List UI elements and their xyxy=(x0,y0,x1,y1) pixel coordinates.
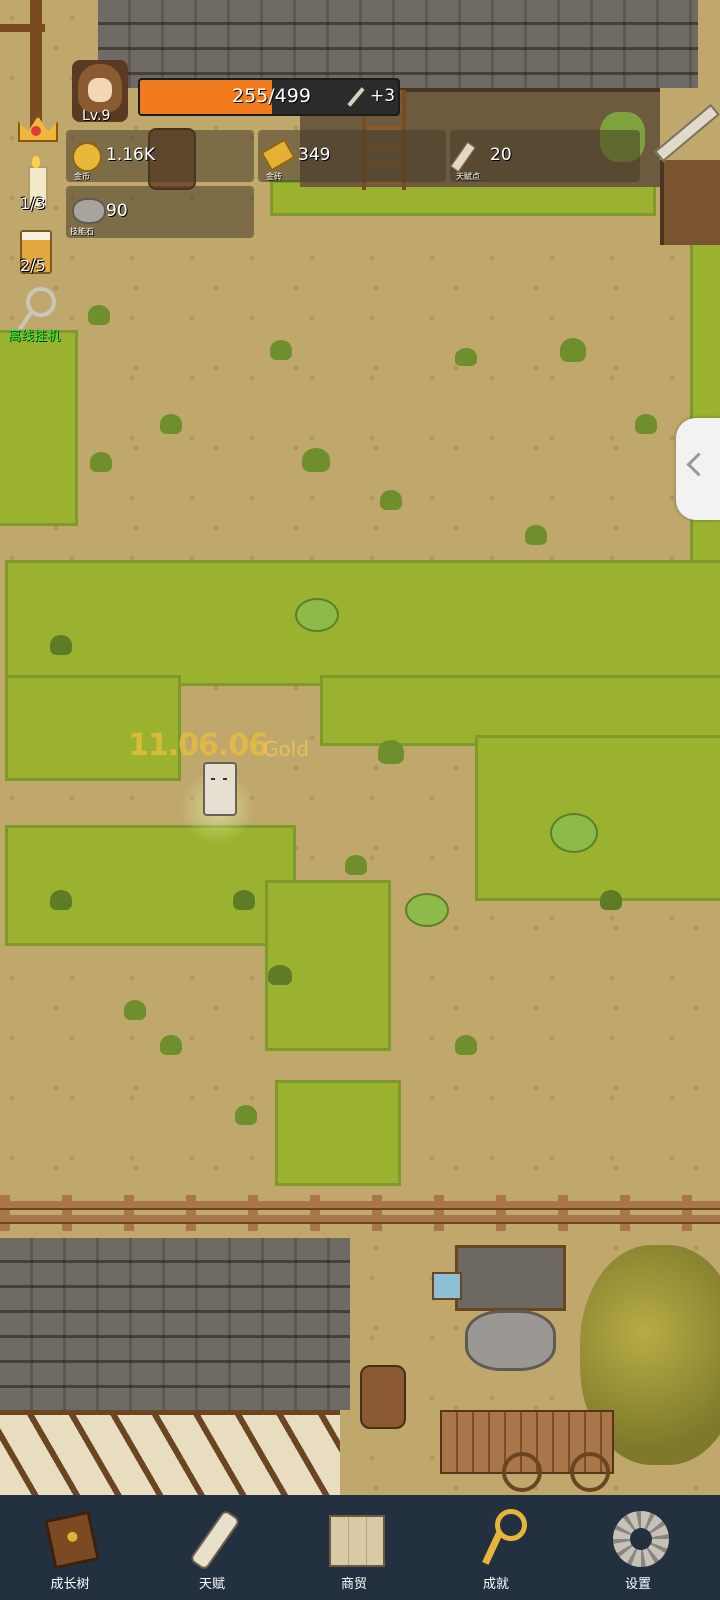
side-panel-toggle[interactable] xyxy=(676,418,720,520)
weed-sprite xyxy=(160,1035,182,1055)
wooden-fence xyxy=(0,1195,720,1231)
key-icon xyxy=(471,1509,527,1567)
building-wall-bottom xyxy=(0,1410,340,1500)
cabbage-sprite xyxy=(295,598,339,632)
weed-sprite xyxy=(455,348,477,366)
weed-sprite xyxy=(270,340,292,360)
weed-sprite xyxy=(635,414,657,434)
candle-count: 1/3 xyxy=(20,194,46,213)
talent-point-caption: 天赋点 xyxy=(456,172,480,181)
building-side-right xyxy=(660,160,720,245)
gold-coin-value: 1.16K xyxy=(106,145,155,165)
gold-coin-panel[interactable]: 1.16K 金币 xyxy=(66,130,254,182)
weed-sprite xyxy=(345,855,367,875)
player-level: Lv.9 xyxy=(82,108,111,124)
gear-icon xyxy=(613,1509,669,1567)
cabbage-sprite xyxy=(550,813,598,853)
building-roof-top xyxy=(98,0,698,88)
weed-sprite xyxy=(90,452,112,472)
candle-item[interactable]: 1/3 xyxy=(18,156,54,218)
gold-ingot-value: 349 xyxy=(298,145,331,165)
beer-count: 2/5 xyxy=(20,256,46,275)
weed-sprite xyxy=(88,305,110,325)
weapon-bonus-label: +3 xyxy=(370,86,396,106)
floating-gold-label: Gold xyxy=(263,737,309,761)
weed-sprite xyxy=(50,635,72,655)
idle-label: 离线挂机 xyxy=(8,329,61,344)
nav-label: 天赋 xyxy=(198,1577,225,1592)
nav-talent[interactable]: 天赋 xyxy=(162,1495,262,1600)
weed-sprite xyxy=(50,890,72,910)
weed-sprite xyxy=(525,525,547,545)
skill-stone-icon xyxy=(72,198,106,224)
talent-point-panel[interactable]: 20 天赋点 xyxy=(450,130,640,182)
weed-sprite xyxy=(268,965,292,985)
grass-patch-left-top xyxy=(0,330,78,526)
candle-flame xyxy=(32,156,40,168)
water-bucket xyxy=(432,1272,462,1300)
crown-icon[interactable] xyxy=(16,108,58,144)
nav-trade[interactable]: 商贸 xyxy=(304,1495,404,1600)
weed-sprite xyxy=(600,890,622,910)
weed-sprite xyxy=(233,890,255,910)
book-icon xyxy=(44,1509,100,1570)
nav-label: 成就 xyxy=(482,1577,509,1592)
xp-bar: 255/499 +3 xyxy=(138,78,400,116)
nav-growth-tree[interactable]: 成长树 xyxy=(20,1495,120,1600)
scroll-icon xyxy=(450,141,476,173)
scroll-icon xyxy=(187,1508,241,1572)
nav-achievement[interactable]: 成就 xyxy=(446,1495,546,1600)
chevron-left-icon xyxy=(686,452,711,477)
grass-patch-right-mid xyxy=(475,735,720,901)
nav-label: 成长树 xyxy=(50,1577,90,1592)
skill-stone-caption: 技能石 xyxy=(70,227,94,236)
weed-sprite xyxy=(124,1000,146,1020)
gold-coin-caption: 金币 xyxy=(74,172,90,181)
weed-sprite xyxy=(380,490,402,510)
xp-bar-text: 255/499 xyxy=(232,85,311,107)
beer-item[interactable]: 2/5 xyxy=(16,226,56,281)
gold-coin-icon xyxy=(72,142,102,172)
weed-sprite xyxy=(160,414,182,434)
weed-sprite xyxy=(235,1105,257,1125)
talent-point-value: 20 xyxy=(490,145,512,165)
skill-stone-panel[interactable]: 90 技能石 xyxy=(66,186,254,238)
building-roof-bottom xyxy=(0,1238,350,1410)
bottom-nav: 成长树 天赋 商贸 成就 设置 xyxy=(0,1495,720,1600)
weed-sprite xyxy=(302,448,330,472)
wooden-beam xyxy=(0,24,45,32)
nav-settings[interactable]: 设置 xyxy=(588,1495,688,1600)
stone-well xyxy=(465,1310,556,1371)
wooden-cart xyxy=(440,1410,614,1492)
idle-hangup-button[interactable]: 离线挂机 xyxy=(6,285,66,345)
gold-ingot-panel[interactable]: 349 金砖 xyxy=(258,130,446,182)
well-roof xyxy=(455,1245,566,1311)
grass-band-middle xyxy=(5,560,720,686)
skill-stone-value: 90 xyxy=(106,201,128,221)
weapon-bonus-icon xyxy=(347,87,365,107)
nav-label: 设置 xyxy=(624,1577,651,1592)
cabbage-sprite xyxy=(405,893,449,927)
gold-ingot-caption: 金砖 xyxy=(266,172,282,181)
cat-ghost-character[interactable] xyxy=(203,762,237,816)
floating-gold-amount: 11.06.06 xyxy=(128,728,269,763)
grass-patch-left-lower xyxy=(5,825,296,946)
barrel-bottom xyxy=(360,1365,406,1429)
gold-ingot-icon xyxy=(260,138,296,172)
grass-patch-bottom xyxy=(275,1080,401,1186)
map-icon xyxy=(329,1509,385,1567)
weed-sprite xyxy=(378,740,404,764)
weed-sprite xyxy=(560,338,586,362)
nav-label: 商贸 xyxy=(340,1577,367,1592)
weed-sprite xyxy=(455,1035,477,1055)
avatar-face xyxy=(88,78,112,102)
